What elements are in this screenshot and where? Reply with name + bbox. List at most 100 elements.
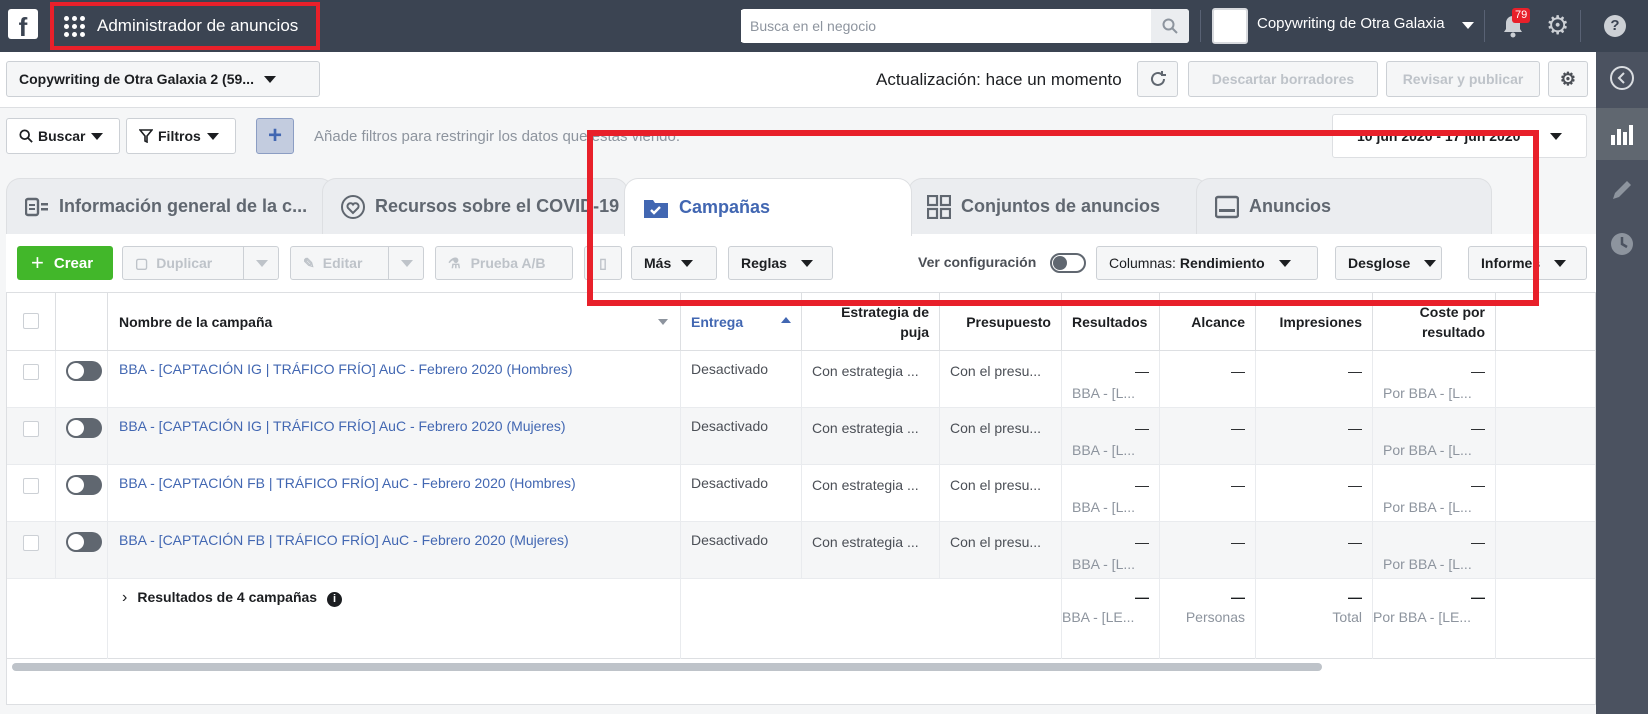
row-checkbox[interactable] (23, 421, 39, 437)
cost-value: — (1471, 477, 1485, 493)
column-header-name[interactable]: Nombre de la campaña (108, 293, 681, 351)
search-input[interactable] (741, 10, 1151, 42)
columns-button[interactable]: Columnas: Rendimiento (1096, 246, 1318, 280)
toggle-column-header (56, 293, 108, 351)
add-filter-button[interactable]: + (256, 118, 294, 154)
chevron-down-icon[interactable] (1462, 22, 1474, 29)
campaign-name-link[interactable]: BBA - [CAPTACIÓN FB | TRÁFICO FRÍO] AuC … (119, 475, 576, 491)
columns-value: Rendimiento (1179, 255, 1265, 271)
campaign-name-link[interactable]: BBA - [CAPTACIÓN IG | TRÁFICO FRÍO] AuC … (119, 361, 573, 377)
pencil-icon (1613, 181, 1631, 199)
reports-panel-button[interactable] (1596, 108, 1648, 160)
tab-ads[interactable]: Anuncios (1196, 178, 1492, 234)
delete-button[interactable]: ▯ (584, 246, 622, 280)
chevron-down-icon (1278, 259, 1291, 267)
duplicate-button[interactable]: ▢ Duplicar (122, 246, 244, 280)
campaign-toggle[interactable] (66, 361, 102, 381)
chevron-down-icon (206, 132, 219, 140)
discard-drafts-button[interactable]: Descartar borradores (1188, 61, 1378, 97)
summary-row: › Resultados de 4 campañas i — BBA - [LE..… (7, 579, 1595, 659)
facebook-logo-icon[interactable]: f (8, 9, 38, 39)
campaign-name-link[interactable]: BBA - [CAPTACIÓN IG | TRÁFICO FRÍO] AuC … (119, 418, 566, 434)
settings-button[interactable]: ⚙ (1548, 61, 1588, 97)
tab-covid-resources[interactable]: Recursos sobre el COVID-19 (322, 178, 628, 234)
chevron-right-icon[interactable]: › (122, 589, 127, 606)
column-header-results[interactable]: Resultados (1062, 293, 1160, 351)
campaign-toggle[interactable] (66, 475, 102, 495)
cost-header-line1: Coste por (1419, 303, 1485, 320)
duplicate-dropdown[interactable] (243, 246, 279, 280)
tab-overview[interactable]: Información general de la c... (6, 178, 334, 234)
ad-account-selector[interactable]: Copywriting de Otra Galaxia 2 (59... (6, 61, 320, 97)
column-header-cost-per-result[interactable]: Coste por resultado (1373, 293, 1496, 351)
results-subtext: BBA - [L... (1072, 442, 1136, 458)
breakdown-button[interactable]: Desglose (1335, 246, 1442, 280)
account-name[interactable]: Copywriting de Otra Galaxia (1257, 15, 1445, 32)
select-all-checkbox[interactable] (23, 313, 39, 329)
rules-button[interactable]: Reglas (728, 246, 833, 280)
refresh-button[interactable] (1137, 61, 1178, 97)
date-range-picker[interactable]: 10 jun 2020 - 17 jun 2020 (1332, 114, 1587, 158)
collapse-button[interactable] (1596, 52, 1648, 104)
search-filter-button[interactable]: Buscar (6, 118, 120, 154)
overview-icon (25, 197, 48, 216)
bid-header-line1: Estrategia de (841, 303, 929, 320)
impressions-value: — (1348, 420, 1362, 436)
campaign-toggle[interactable] (66, 418, 102, 438)
filters-button[interactable]: Filtros (126, 118, 236, 154)
row-checkbox[interactable] (23, 364, 39, 380)
reports-button[interactable]: Informes (1468, 246, 1587, 280)
avatar[interactable] (1212, 8, 1248, 44)
history-panel-button[interactable] (1596, 218, 1648, 270)
divider (1484, 10, 1485, 42)
breakdown-label: Desglose (1348, 255, 1411, 271)
select-all-cell (7, 293, 56, 351)
create-button[interactable]: + Crear (17, 246, 113, 280)
table-row: BBA - [CAPTACIÓN FB | TRÁFICO FRÍO] AuC … (7, 522, 1595, 579)
row-checkbox[interactable] (23, 535, 39, 551)
chevron-down-icon (256, 259, 268, 267)
edit-label: Editar (322, 255, 363, 271)
chevron-down-icon (91, 132, 104, 140)
summary-label: Resultados de 4 campañas (137, 589, 318, 605)
info-icon[interactable]: i (326, 592, 342, 607)
cost-header-line2: resultado (1421, 323, 1485, 340)
column-header-budget[interactable]: Presupuesto (940, 293, 1062, 351)
folder-check-icon (644, 199, 668, 218)
tab-ad-sets[interactable]: Conjuntos de anuncios (908, 178, 1208, 234)
divider (1580, 10, 1581, 42)
chart-icon (1611, 125, 1633, 145)
campaign-toggle[interactable] (66, 532, 102, 552)
ab-test-button[interactable]: ⚗ Prueba A/B (435, 246, 573, 280)
edit-panel-button[interactable] (1596, 164, 1648, 216)
chevron-down-icon (800, 259, 813, 267)
campaign-name-link[interactable]: BBA - [CAPTACIÓN FB | TRÁFICO FRÍO] AuC … (119, 532, 569, 548)
help-icon[interactable]: ? (1604, 15, 1626, 37)
columns-prefix: Columnas: (1109, 255, 1176, 271)
last-updated-text: Actualización: hace un momento (876, 70, 1122, 89)
search-button[interactable] (1151, 9, 1189, 43)
chevron-down-icon[interactable] (658, 319, 668, 325)
column-header-delivery[interactable]: Entrega (681, 293, 802, 351)
horizontal-scrollbar[interactable] (12, 663, 1322, 671)
reports-label: Informes (1481, 255, 1541, 271)
edit-button[interactable]: ✎ Editar (290, 246, 389, 280)
tab-campaigns[interactable]: Campañas (624, 178, 912, 236)
review-publish-button[interactable]: Revisar y publicar (1386, 61, 1540, 97)
cost-subtext: Por BBA - [L... (1383, 385, 1472, 401)
filter-hint-text: Añade filtros para restringir los datos … (314, 128, 681, 145)
summary-reach-value: — (1231, 589, 1245, 605)
view-config-toggle[interactable] (1050, 253, 1086, 273)
app-title-button[interactable]: Administrador de anuncios (50, 2, 320, 50)
cost-value: — (1471, 420, 1485, 436)
row-checkbox[interactable] (23, 478, 39, 494)
edit-dropdown[interactable] (388, 246, 424, 280)
sort-ascending-icon (781, 317, 791, 323)
column-header-bid-strategy[interactable]: Estrategia de puja (802, 293, 940, 351)
column-header-impressions[interactable]: Impresiones (1256, 293, 1373, 351)
tab-ad-sets-label: Conjuntos de anuncios (961, 196, 1161, 216)
results-value: — (1135, 363, 1149, 379)
column-header-reach[interactable]: Alcance (1160, 293, 1256, 351)
gear-icon[interactable]: ⚙ (1546, 12, 1569, 38)
more-button[interactable]: Más (631, 246, 717, 280)
